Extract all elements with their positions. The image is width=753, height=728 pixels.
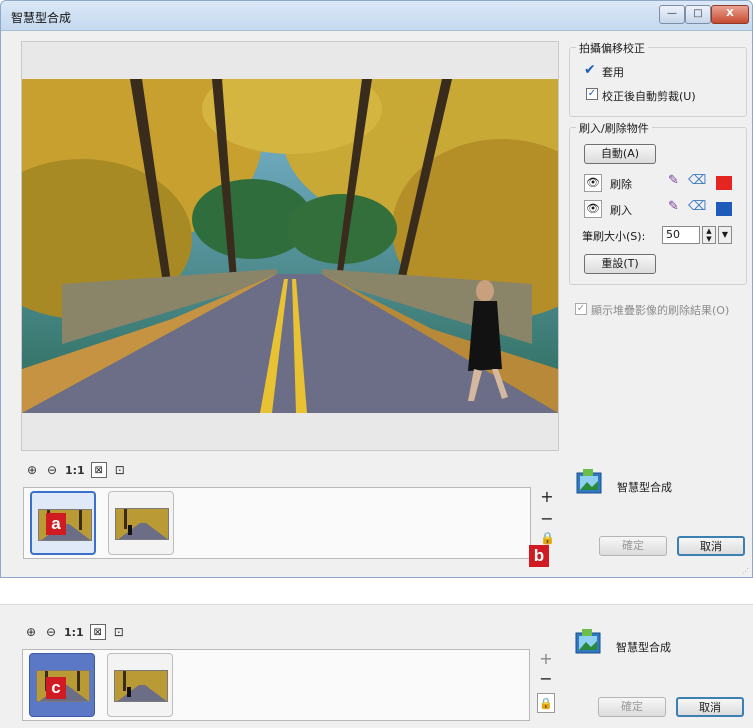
brush-size-spinner[interactable]: ▲ ▼ [702, 226, 716, 244]
smart-composite-app-icon [575, 467, 603, 495]
maximize-button[interactable]: □ [685, 5, 711, 24]
brush-objects-title: 刷入/刷除物件 [576, 120, 652, 136]
preview-photo[interactable] [22, 79, 558, 413]
thumbnail-2[interactable] [107, 653, 173, 717]
auto-button[interactable]: 自動(A) [584, 144, 656, 164]
close-button[interactable]: X [711, 5, 749, 24]
overlay-result-checkbox[interactable]: ✓ [575, 303, 587, 315]
ok-button-2[interactable]: 確定 [598, 697, 666, 717]
apply-label[interactable]: 套用 [602, 64, 624, 80]
smart-composite-dialog: 智慧型合成 — □ X ⊕ ⊖ 1:1 ⊠ ⊡ a + − 🔒 b 拍攝偏移校正… [0, 0, 753, 578]
smart-composite-app-icon-2 [574, 627, 602, 655]
remove-label: 刷除 [610, 178, 632, 191]
thumbnail-2-image [115, 508, 169, 540]
remove-eraser-icon[interactable]: ⌫ [688, 173, 706, 188]
apply-check-icon: ✔ [584, 62, 596, 78]
app-name: 智慧型合成 [617, 481, 672, 494]
actual-size-button[interactable]: 1:1 [65, 462, 85, 478]
fit-window-icon[interactable]: ⊠ [90, 462, 107, 478]
minimize-button[interactable]: — [659, 5, 685, 24]
callout-badge-a: a [46, 513, 66, 535]
thumbnail-2-image [114, 670, 168, 702]
cancel-button[interactable]: 取消 [677, 536, 745, 556]
thumbnail-2[interactable] [108, 491, 174, 555]
move-view-icon[interactable]: ⊡ [113, 462, 127, 478]
add-brush-icon[interactable]: ✎ [668, 199, 679, 214]
actual-size-button[interactable]: 1:1 [64, 624, 84, 640]
zoom-in-icon[interactable]: ⊕ [25, 462, 39, 478]
auto-crop-checkbox[interactable]: ✓ [586, 88, 598, 100]
remove-brush-icon[interactable]: ✎ [668, 173, 679, 188]
skew-correction-title: 拍攝偏移校正 [576, 40, 648, 56]
move-view-icon[interactable]: ⊡ [112, 624, 126, 640]
bottom-panel-state-c: ⊕ ⊖ 1:1 ⊠ ⊡ c + − 🔒 智慧型合成 確定 取消 [0, 604, 753, 728]
lock-icon[interactable]: 🔒 [537, 693, 555, 713]
brush-size-input[interactable]: 50 [662, 226, 700, 244]
add-visibility-toggle[interactable]: 👁 [584, 200, 602, 218]
fit-window-icon[interactable]: ⊠ [89, 624, 106, 640]
remove-image-button-2[interactable]: − [539, 669, 553, 688]
brush-size-dropdown[interactable]: ▼ [718, 226, 732, 244]
zoom-out-icon[interactable]: ⊖ [45, 462, 59, 478]
thumbnail-strip [23, 487, 531, 559]
add-eraser-icon[interactable]: ⌫ [688, 199, 706, 214]
zoom-in-icon[interactable]: ⊕ [24, 624, 38, 640]
title-bar: 智慧型合成 — □ X [1, 1, 752, 31]
add-label: 刷入 [610, 204, 632, 217]
lock-icon[interactable]: 🔒 [540, 531, 555, 545]
callout-badge-c: c [46, 677, 66, 699]
skew-correction-group: 拍攝偏移校正 ✔ 套用 ✓ 校正後自動剪裁(U) [569, 40, 747, 117]
add-color-swatch[interactable] [716, 202, 732, 216]
app-name-2: 智慧型合成 [616, 641, 671, 654]
auto-crop-label[interactable]: 校正後自動剪裁(U) [602, 88, 696, 104]
cancel-button-2[interactable]: 取消 [676, 697, 744, 717]
resize-gripper-icon[interactable]: ⋰ [742, 567, 750, 575]
add-image-button-2[interactable]: + [539, 649, 553, 668]
remove-color-swatch[interactable] [716, 176, 732, 190]
brush-size-label: 筆刷大小(S): [582, 230, 646, 243]
remove-image-button[interactable]: − [540, 509, 554, 528]
ok-button[interactable]: 確定 [599, 536, 667, 556]
reset-button[interactable]: 重設(T) [584, 254, 656, 274]
zoom-out-icon[interactable]: ⊖ [44, 624, 58, 640]
window-title: 智慧型合成 [11, 11, 72, 25]
thumbnail-strip-2 [22, 649, 530, 721]
remove-visibility-toggle[interactable]: 👁 [584, 174, 602, 192]
callout-badge-b: b [529, 545, 549, 567]
zoom-toolbar-2: ⊕ ⊖ 1:1 ⊠ ⊡ [24, 623, 126, 641]
add-image-button[interactable]: + [540, 487, 554, 506]
overlay-result-label[interactable]: 顯示堆疊影像的刷除結果(O) [591, 302, 729, 318]
brush-objects-group: 刷入/刷除物件 自動(A) 👁 刷除 ✎ ⌫ 👁 刷入 ✎ ⌫ 筆刷大小(S):… [569, 120, 747, 285]
zoom-toolbar: ⊕ ⊖ 1:1 ⊠ ⊡ [25, 461, 127, 479]
